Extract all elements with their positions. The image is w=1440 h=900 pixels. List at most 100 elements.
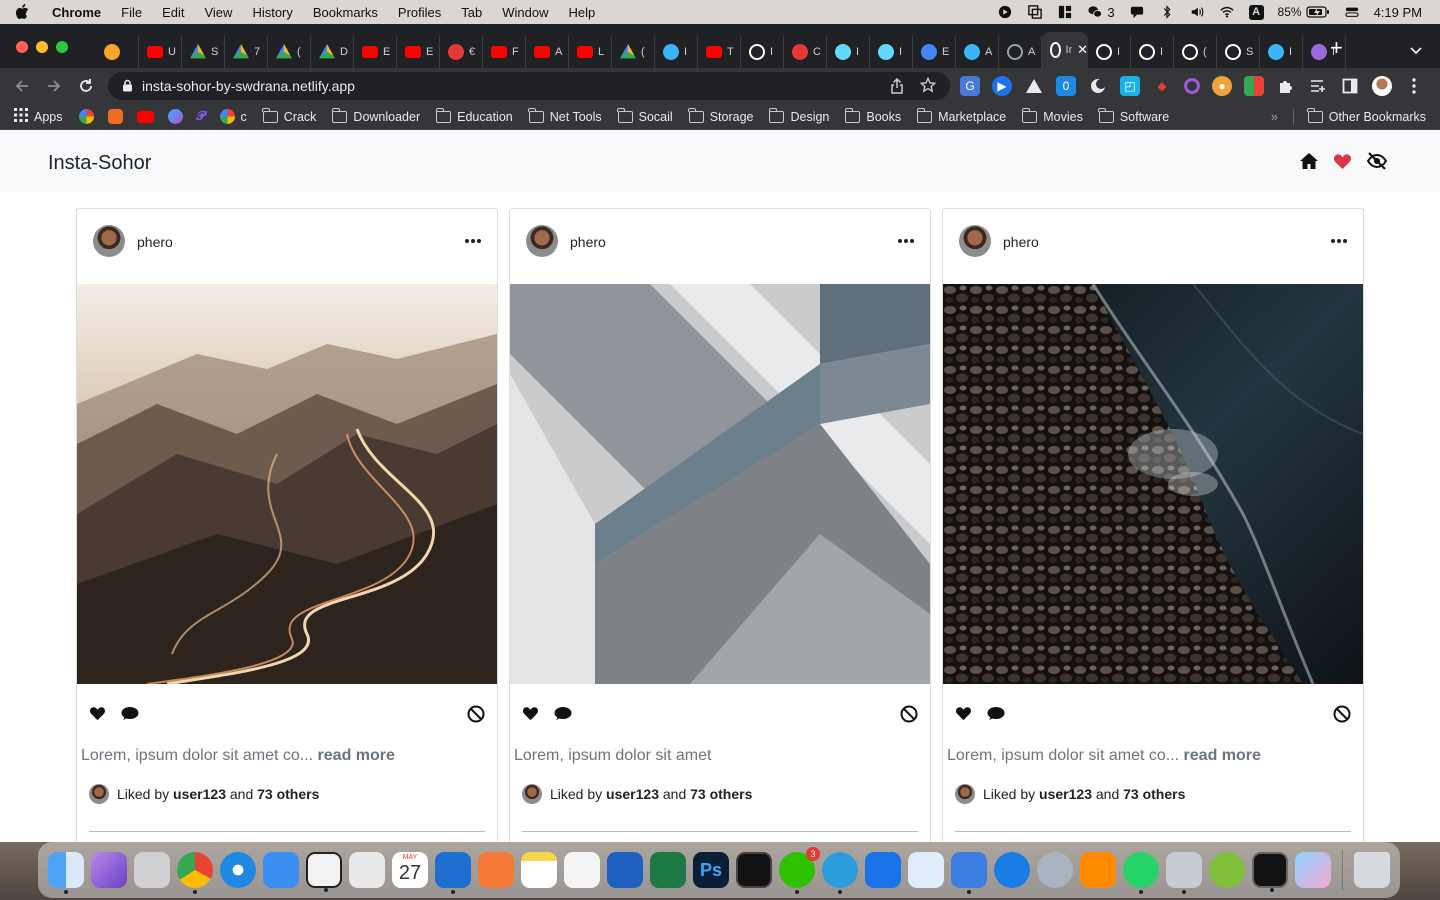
word-icon[interactable] xyxy=(607,852,643,888)
menu-window[interactable]: Window xyxy=(492,5,558,20)
post-options-icon[interactable] xyxy=(1331,239,1347,243)
browser-tab[interactable]: ( xyxy=(1174,36,1217,68)
browser-tab[interactable]: E xyxy=(913,36,956,68)
bookmark-other-bookmarks[interactable]: Other Bookmarks xyxy=(1292,107,1426,125)
whatsapp-icon[interactable] xyxy=(1123,852,1159,894)
cloud-app-icon[interactable] xyxy=(865,852,901,888)
menu-history[interactable]: History xyxy=(242,5,302,20)
bookmark-folder-marketplace[interactable]: Marketplace xyxy=(916,107,1006,124)
bookmark-folder-books[interactable]: Books xyxy=(844,107,901,124)
menu-file[interactable]: File xyxy=(111,5,152,20)
browser-tab[interactable]: I xyxy=(655,36,698,68)
transfer-app-icon[interactable] xyxy=(908,852,944,888)
vpn-extension-icon[interactable] xyxy=(1024,76,1044,96)
bookmark-folder-design[interactable]: Design xyxy=(768,107,829,124)
post-username[interactable]: phero xyxy=(570,234,606,250)
like-heart-icon[interactable] xyxy=(955,706,972,726)
browser-tab[interactable]: A xyxy=(526,36,569,68)
liker-name[interactable]: user123 xyxy=(1039,786,1092,802)
new-tab-button[interactable]: + xyxy=(1330,37,1343,59)
post-image[interactable] xyxy=(510,284,930,684)
browser-tab[interactable]: A xyxy=(999,36,1042,68)
share-icon[interactable] xyxy=(890,77,904,99)
notes-icon[interactable] xyxy=(521,852,557,888)
likes-others[interactable]: 73 others xyxy=(257,786,319,802)
mail-icon[interactable] xyxy=(263,852,299,888)
like-heart-icon[interactable] xyxy=(522,706,539,726)
browser-tab[interactable] xyxy=(96,36,139,68)
pages-icon[interactable] xyxy=(478,852,514,888)
bookmark-star-icon[interactable] xyxy=(919,76,937,98)
back-button[interactable] xyxy=(12,76,32,96)
calendar-icon[interactable]: MAY 27 xyxy=(392,852,428,888)
bookmark-folder-downloader[interactable]: Downloader xyxy=(331,107,420,124)
wechat-dock-icon[interactable]: 3 xyxy=(779,847,820,894)
browser-tab[interactable]: A xyxy=(956,36,999,68)
calculator-icon[interactable] xyxy=(134,852,170,888)
owl-extension-icon[interactable]: ● xyxy=(1212,76,1232,96)
avatar[interactable] xyxy=(526,225,558,257)
wechat-status[interactable]: 3 xyxy=(1087,5,1115,20)
post-image[interactable] xyxy=(77,284,497,684)
menu-tab[interactable]: Tab xyxy=(451,5,492,20)
tab-active[interactable]: In ✕ xyxy=(1042,32,1088,68)
bookmark-apps[interactable]: Apps xyxy=(14,108,63,125)
reading-list-icon[interactable] xyxy=(1308,76,1328,96)
site-brand[interactable]: Insta-Sohor xyxy=(48,152,151,175)
bookmark-brave[interactable] xyxy=(107,109,123,124)
liker-name[interactable]: user123 xyxy=(173,786,226,802)
read-more-link[interactable]: read more xyxy=(313,747,395,764)
report-ban-icon[interactable] xyxy=(900,705,918,728)
chrome-icon[interactable] xyxy=(177,852,213,894)
likes-others[interactable]: 73 others xyxy=(690,786,752,802)
browser-tab[interactable]: I xyxy=(1260,36,1303,68)
comment-icon[interactable] xyxy=(987,706,1005,726)
zoom-window-button[interactable] xyxy=(56,41,68,53)
terminal-icon[interactable] xyxy=(1252,852,1288,892)
browser-tab[interactable]: E xyxy=(397,36,440,68)
trash-icon[interactable] xyxy=(1354,852,1390,888)
minimize-window-button[interactable] xyxy=(36,41,48,53)
media-extension-icon[interactable]: ▶ xyxy=(992,76,1012,96)
bookmarks-overflow-button[interactable]: » xyxy=(1271,110,1278,124)
menu-app-name[interactable]: Chrome xyxy=(44,5,111,20)
disk-utility-icon[interactable] xyxy=(1166,852,1202,894)
browser-tab[interactable]: € xyxy=(440,36,483,68)
menu-help[interactable]: Help xyxy=(559,5,606,20)
telegram-icon[interactable] xyxy=(822,852,858,894)
photo-booth-icon[interactable] xyxy=(306,852,342,892)
bookmark-pen-tool[interactable]: 𝒫 xyxy=(197,109,206,124)
sheets-extension-icon[interactable] xyxy=(1244,76,1264,96)
translate-extension-icon[interactable]: G xyxy=(960,76,980,96)
browser-tab[interactable]: C xyxy=(784,36,827,68)
side-panel-icon[interactable] xyxy=(1340,76,1360,96)
reported-posts-eye-slash-icon[interactable] xyxy=(1366,152,1388,175)
close-tab-icon[interactable]: ✕ xyxy=(1077,42,1088,58)
color-picker-extension-icon[interactable] xyxy=(1184,78,1200,94)
bookmark-folder-storage[interactable]: Storage xyxy=(688,107,753,124)
browser-tab[interactable]: ( xyxy=(612,36,655,68)
likes-others[interactable]: 73 others xyxy=(1123,786,1185,802)
reload-button[interactable] xyxy=(76,76,96,96)
chameleon-app-icon[interactable] xyxy=(1209,852,1245,888)
browser-tab[interactable]: S xyxy=(182,36,225,68)
bookmark-folder-crack[interactable]: Crack xyxy=(262,107,316,124)
home-icon[interactable] xyxy=(1299,152,1319,175)
lock-icon[interactable] xyxy=(122,79,133,97)
tab-search-chevron-icon[interactable] xyxy=(1410,42,1422,60)
report-ban-icon[interactable] xyxy=(1333,705,1351,728)
browser-tab[interactable]: D xyxy=(311,36,354,68)
bookmark-google[interactable] xyxy=(78,109,94,124)
profile-avatar[interactable] xyxy=(1372,76,1392,96)
report-ban-icon[interactable] xyxy=(467,705,485,728)
counter-extension-icon[interactable]: 0 xyxy=(1056,76,1076,96)
messages-icon[interactable] xyxy=(1129,5,1145,19)
read-more-link[interactable]: read more xyxy=(1179,747,1261,764)
chrome-menu-icon[interactable] xyxy=(1404,76,1424,96)
browser-tab[interactable]: E xyxy=(354,36,397,68)
avatar[interactable] xyxy=(93,225,125,257)
recorder-icon[interactable] xyxy=(997,5,1013,19)
browser-tab[interactable]: T xyxy=(698,36,741,68)
tag-extension-icon[interactable]: ◆ xyxy=(1152,76,1172,96)
browser-tab[interactable]: I xyxy=(1088,36,1131,68)
